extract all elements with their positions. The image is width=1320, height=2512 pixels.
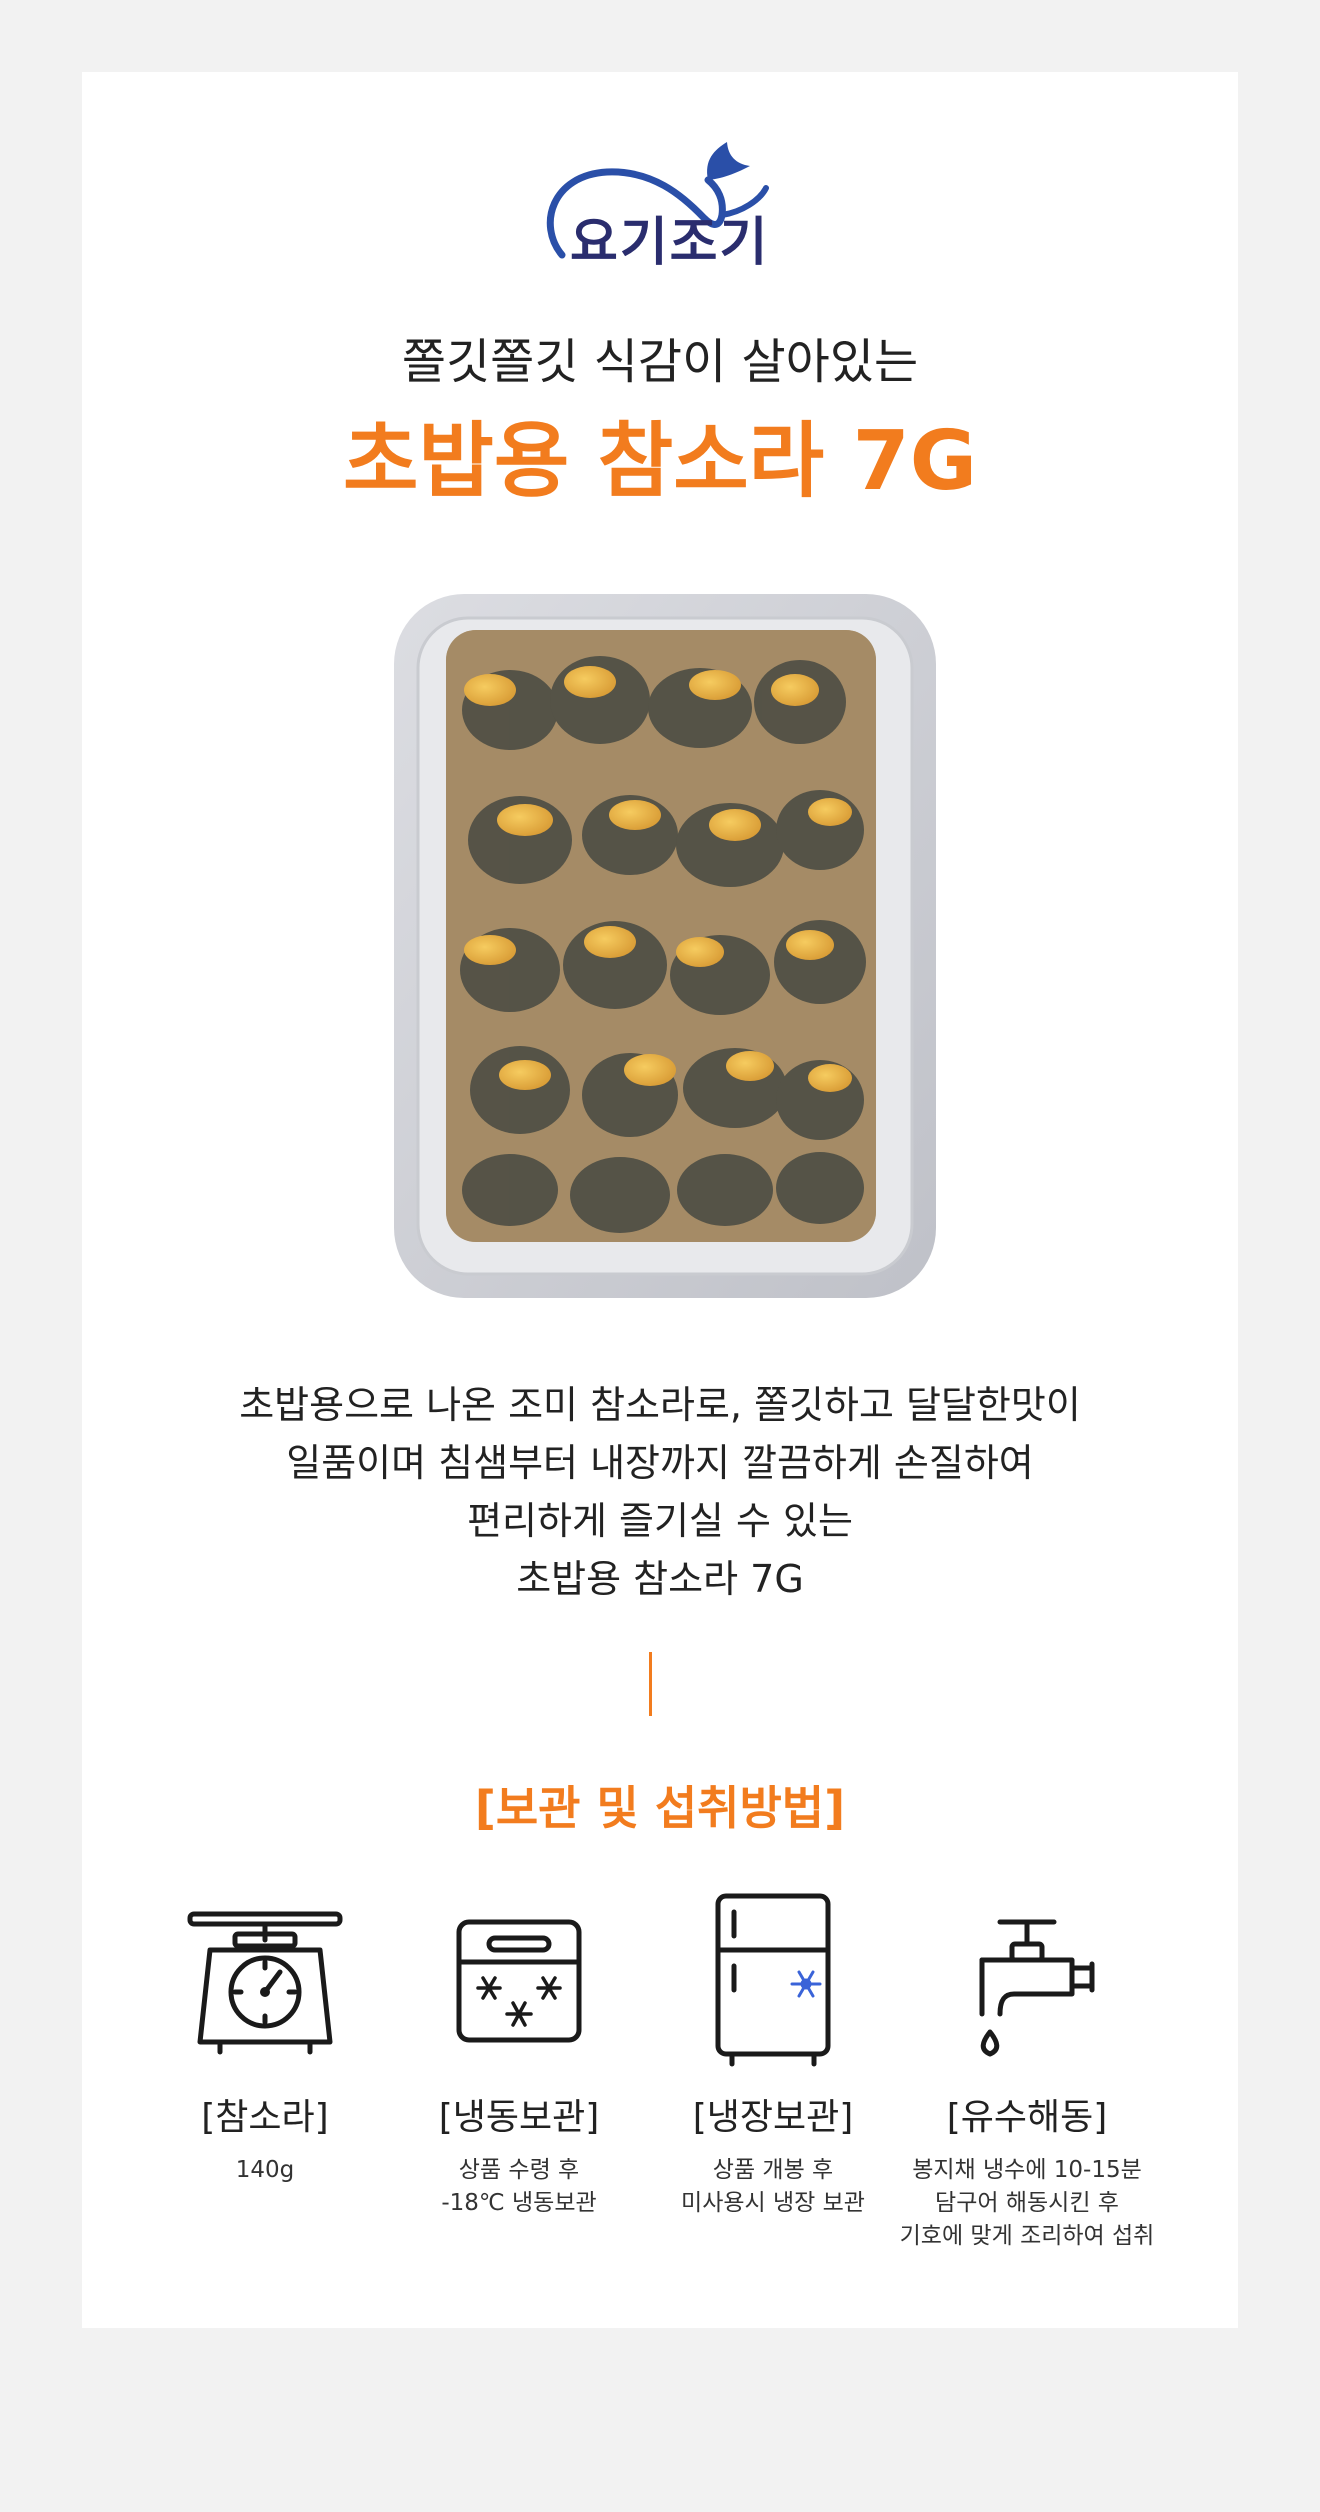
info-desc: 상품 개봉 후 미사용시 냉장 보관 <box>628 2154 918 2220</box>
section-divider <box>649 1652 652 1716</box>
info-item-refrigerated: [냉장보관] 상품 개봉 후 미사용시 냉장 보관 <box>628 1892 918 2220</box>
logo-text: 요기조기 <box>570 213 770 273</box>
info-desc-line: -18℃ 냉동보관 <box>441 2190 597 2216</box>
info-desc-line: 봉지채 냉수에 10-15분 <box>912 2157 1142 2183</box>
info-label: [참소라] <box>201 2097 329 2138</box>
description-line: 초밥용으로 나온 조미 참소라로, 쫄깃하고 달달한맛이 <box>239 1383 1081 1427</box>
product-description: 초밥용으로 나온 조미 참소라로, 쫄깃하고 달달한맛이 일품이며 침샘부터 내… <box>82 1376 1238 1608</box>
info-desc-line: 미사용시 냉장 보관 <box>681 2190 865 2216</box>
section-title: [보관 및 섭취방법] <box>474 1781 846 1835</box>
info-item-weight: [참소라] 140g <box>120 1892 410 2187</box>
storage-info-row: [참소라] 140g [냉동보관] 상품 수령 후 -18℃ 냉동보관 [냉장보… <box>82 1892 1238 2292</box>
info-label: [냉장보관] <box>692 2097 854 2138</box>
conch-tray-image <box>394 594 936 1298</box>
description-line: 편리하게 즐기실 수 있는 <box>467 1499 853 1543</box>
info-label: [냉동보관] <box>438 2097 600 2138</box>
info-desc: 봉지채 냉수에 10-15분 담구어 해동시킨 후 기호에 맞게 조리하여 섭취 <box>882 2154 1172 2253</box>
info-desc-line: 기호에 맞게 조리하여 섭취 <box>899 2223 1155 2249</box>
page-title: 초밥용 참소라 7G <box>342 414 978 509</box>
info-desc: 140g <box>120 2154 410 2187</box>
page-subtitle: 쫄깃쫄깃 식감이 살아있는 <box>401 334 919 390</box>
scale-icon <box>187 1911 343 2055</box>
brand-logo: 요기조기 <box>532 130 792 290</box>
description-line: 일품이며 침샘부터 내장까지 깔끔하게 손질하여 <box>286 1441 1034 1485</box>
info-desc: 상품 수령 후 -18℃ 냉동보관 <box>374 2154 664 2220</box>
info-desc-line: 상품 개봉 후 <box>712 2157 834 2183</box>
product-photo <box>390 590 940 1302</box>
refrigerator-icon <box>715 1893 831 2067</box>
info-desc-line: 상품 수령 후 <box>458 2157 580 2183</box>
info-desc-line: 담구어 해동시킨 후 <box>935 2190 1119 2216</box>
info-desc-line: 140g <box>235 2157 295 2183</box>
info-label: [유수해동] <box>946 2097 1108 2138</box>
freezer-box-icon <box>456 1919 582 2043</box>
info-item-frozen: [냉동보관] 상품 수령 후 -18℃ 냉동보관 <box>374 1892 664 2220</box>
faucet-icon <box>979 1919 1095 2057</box>
detail-card: 요기조기 쫄깃쫄깃 식감이 살아있는 초밥용 참소라 7G 초밥용으로 나온 조… <box>82 72 1238 2328</box>
info-item-thaw: [유수해동] 봉지채 냉수에 10-15분 담구어 해동시킨 후 기호에 맞게 … <box>882 1892 1172 2253</box>
description-line: 초밥용 참소라 7G <box>516 1557 804 1601</box>
